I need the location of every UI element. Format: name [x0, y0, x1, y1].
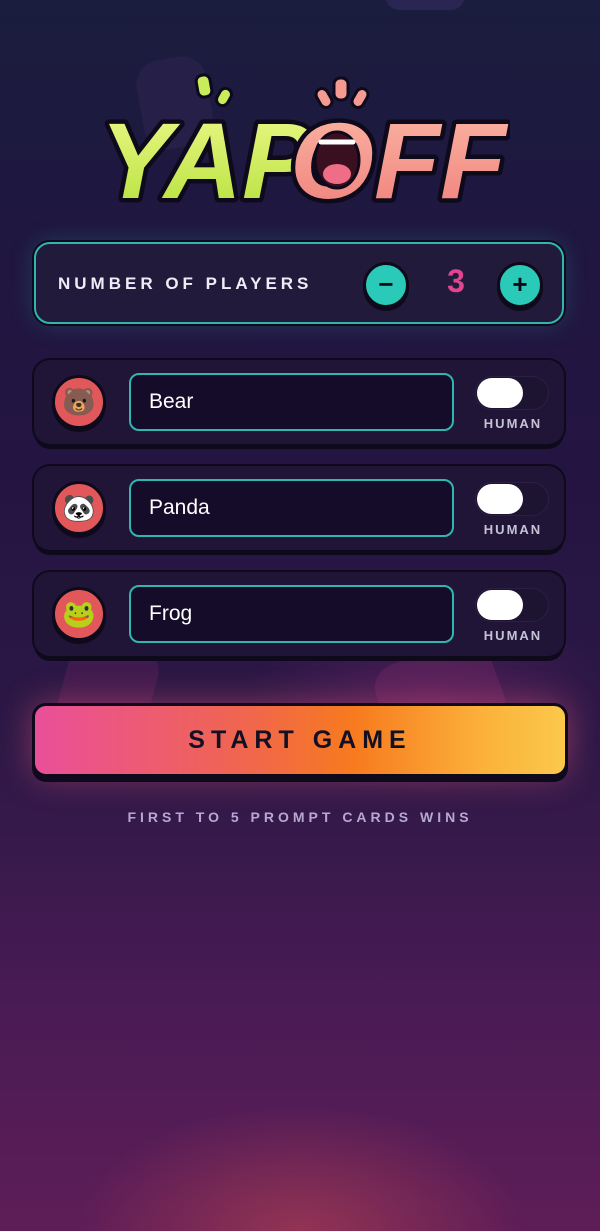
player-avatar-frog[interactable]: 🐸 — [52, 587, 106, 641]
human-toggle-2[interactable] — [475, 482, 549, 516]
players-count-value: 3 — [447, 263, 465, 299]
human-toggle-1[interactable] — [475, 376, 549, 410]
decrement-players-button[interactable]: − — [363, 262, 409, 308]
toggle-knob — [477, 590, 523, 620]
logo-text-yap: YAP — [100, 100, 315, 220]
background-shape — [385, 0, 465, 10]
human-toggle-label-2: HUMAN — [483, 522, 543, 537]
player-avatar-panda[interactable]: 🐼 — [52, 481, 106, 535]
increment-players-button[interactable]: + — [497, 262, 543, 308]
toggle-knob — [477, 484, 523, 514]
win-condition-hint: FIRST TO 5 PROMPT CARDS WINS — [127, 809, 473, 825]
player-row-2: 🐼 Panda HUMAN — [34, 466, 564, 550]
player-row-3: 🐸 Frog HUMAN — [34, 572, 564, 656]
human-toggle-3[interactable] — [475, 588, 549, 622]
app-logo: YAP OFF — [0, 70, 600, 220]
player-row-1: 🐻 Bear HUMAN — [34, 360, 564, 444]
panda-emoji: 🐼 — [62, 493, 96, 523]
frog-emoji: 🐸 — [62, 599, 96, 629]
players-count-card: NUMBER OF PLAYERS − 3 + — [34, 242, 564, 324]
player-name-input-3[interactable]: Frog — [129, 585, 454, 643]
start-game-button[interactable]: START GAME — [32, 703, 568, 777]
plus-icon: + — [512, 269, 528, 299]
bear-emoji: 🐻 — [62, 387, 96, 417]
player-avatar-bear[interactable]: 🐻 — [52, 375, 106, 429]
player-name-input-1[interactable]: Bear — [129, 373, 454, 431]
player-name-input-2[interactable]: Panda — [129, 479, 454, 537]
minus-icon: − — [378, 269, 394, 299]
players-count-label: NUMBER OF PLAYERS — [58, 274, 313, 293]
toggle-knob — [477, 378, 523, 408]
human-toggle-label-3: HUMAN — [483, 628, 543, 643]
human-toggle-label-1: HUMAN — [483, 416, 543, 431]
